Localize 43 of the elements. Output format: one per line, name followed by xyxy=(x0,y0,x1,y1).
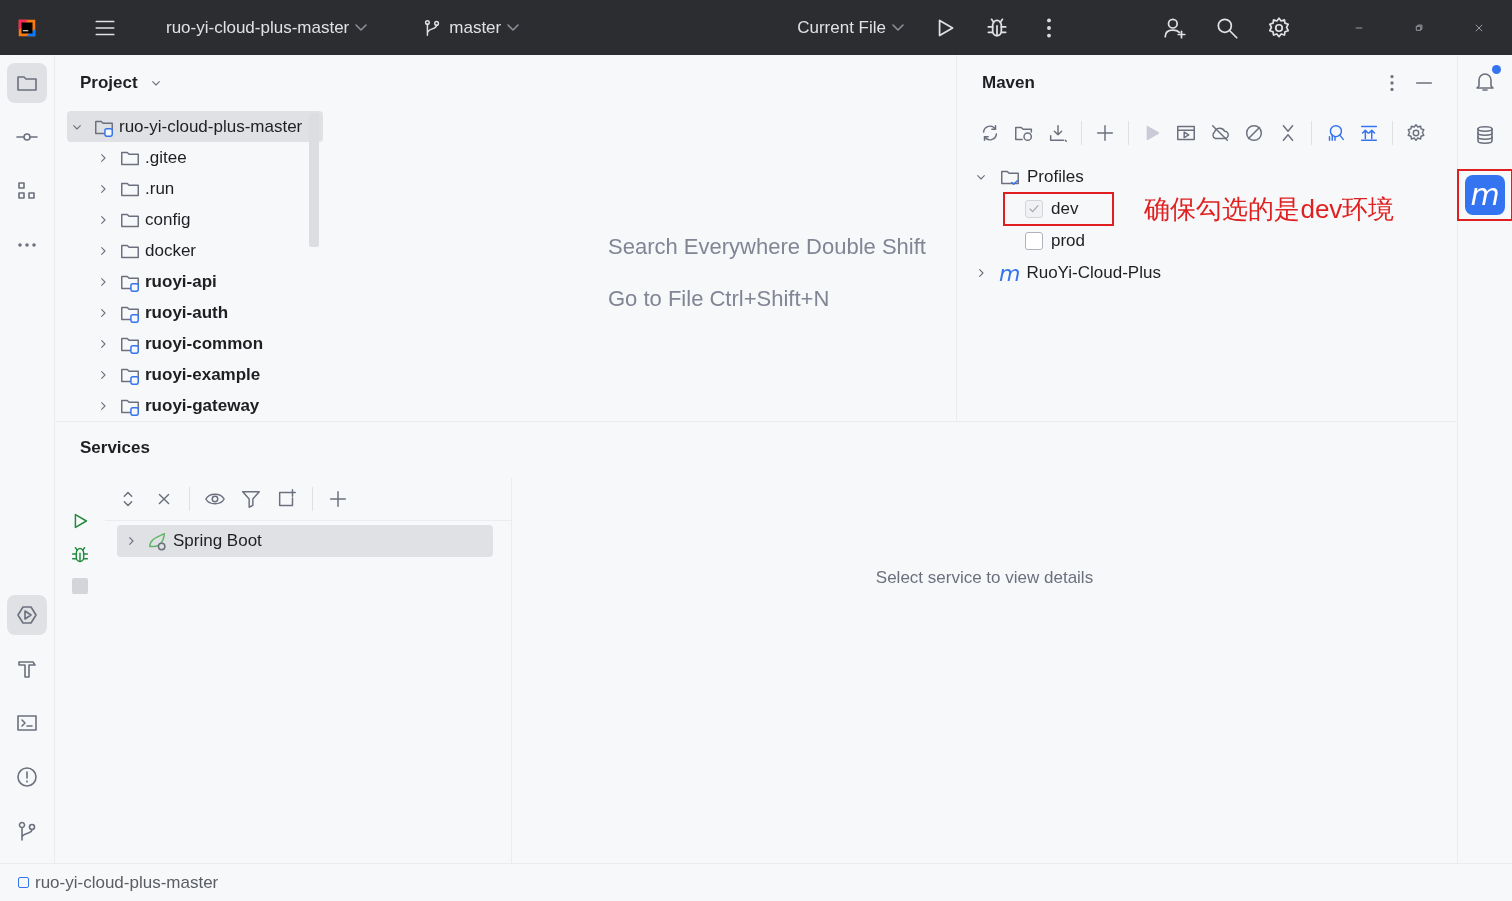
tree-item[interactable]: ruoyi-auth xyxy=(67,297,333,328)
services-icon[interactable] xyxy=(7,595,47,635)
caret-icon xyxy=(892,24,904,31)
profile-checkbox[interactable]: dev xyxy=(1003,192,1115,226)
tree-item[interactable]: docker xyxy=(67,235,333,266)
profile-checkbox[interactable]: prod xyxy=(1003,224,1122,258)
add-icon[interactable] xyxy=(327,488,349,510)
module-icon xyxy=(18,877,29,888)
breadcrumb[interactable]: ruo-yi-cloud-plus-master xyxy=(35,872,219,893)
spring-boot-icon xyxy=(147,530,169,552)
download-icon[interactable] xyxy=(1047,122,1069,144)
tree-item[interactable]: ruoyi-example xyxy=(67,359,333,390)
annotation-text: 确保勾选的是dev环境 xyxy=(1144,192,1395,226)
offline-icon[interactable] xyxy=(1209,122,1231,144)
tree-item[interactable]: ruo-yi-cloud-plus-master xyxy=(67,111,323,142)
panel-title: Maven xyxy=(982,73,1035,93)
empty-state-text: Select service to view details xyxy=(875,568,1094,589)
caret-icon xyxy=(507,24,520,31)
project-dropdown[interactable]: ruo-yi-cloud-plus-master xyxy=(158,13,376,42)
maven-project[interactable]: m RuoYi-Cloud-Plus xyxy=(973,257,1457,289)
editor-hint: Search Everywhere Double Shift xyxy=(608,234,926,260)
tree-item[interactable]: .gitee xyxy=(67,142,333,173)
maven-icon: m xyxy=(999,260,1021,286)
scrollbar[interactable] xyxy=(309,113,319,247)
run-config-dropdown[interactable]: Current File xyxy=(789,13,912,42)
editor-hint: Go to File Ctrl+Shift+N xyxy=(608,286,830,312)
branch-dropdown[interactable]: master xyxy=(413,12,528,43)
tree-item[interactable]: ruoyi-common xyxy=(67,328,333,359)
tree-item[interactable]: config xyxy=(67,204,333,235)
maven-tool-button[interactable]: m xyxy=(1457,169,1512,221)
settings-icon[interactable] xyxy=(1405,122,1427,144)
tree-item[interactable]: Spring Boot xyxy=(117,525,493,557)
panel-title: Project xyxy=(80,73,138,93)
project-icon[interactable] xyxy=(7,63,47,103)
tree-item[interactable]: .run xyxy=(67,173,333,204)
tree-item[interactable]: Profiles xyxy=(973,161,1457,193)
tree-item[interactable]: ruoyi-gateway xyxy=(67,390,333,421)
tree-item[interactable]: ruoyi-api xyxy=(67,266,333,297)
panel-title: Services xyxy=(79,437,151,458)
skip-tests-icon[interactable] xyxy=(1243,122,1265,144)
caret-icon xyxy=(355,24,368,31)
add-icon[interactable] xyxy=(1094,122,1116,144)
filter-icon[interactable] xyxy=(240,488,262,510)
